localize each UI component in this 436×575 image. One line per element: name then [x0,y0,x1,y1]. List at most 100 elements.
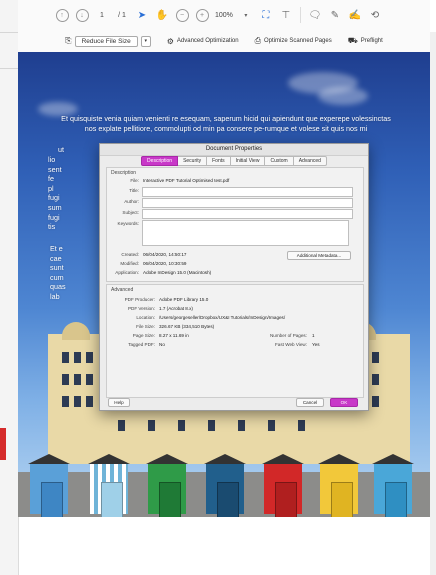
application-label: Application: [115,270,139,275]
pdf-producer-value: Adobe PDF Library 15.0 [159,297,209,302]
title-field[interactable] [142,187,353,197]
ok-button[interactable]: OK [330,398,358,407]
application-value: Adobe InDesign 15.0 (Macintosh) [143,270,212,275]
preflight-button[interactable]: ⛟ Preflight [344,34,387,48]
fragment: Et e [50,244,63,253]
pen-button[interactable]: ✎ [328,5,342,25]
highlight-button[interactable]: ⊤ [279,5,293,25]
title-label: Title: [129,188,139,193]
window [238,420,245,431]
share-button[interactable]: ⟲ [368,5,382,25]
comment-icon: 🗨 [308,9,322,21]
window [178,420,185,431]
keywords-field[interactable] [142,220,349,246]
location-label: Location: [136,315,155,320]
file-value: Interactive PDF Tutorial Optimised test.… [143,178,230,183]
tab-security[interactable]: Security [178,156,208,166]
beach-hut [318,454,360,517]
zoom-in-button[interactable]: + [195,5,209,25]
prev-page-button[interactable]: ↑ [55,5,69,25]
side-marker [0,428,6,460]
subject-field[interactable] [142,209,353,219]
file-size-label: File Size: [136,324,155,329]
fragment: fugi [48,212,60,222]
chevron-down-icon[interactable]: ▾ [140,35,151,47]
optimize-scanned-pages-button[interactable]: ⎙ Optimize Scanned Pages [251,34,336,48]
dialog-tabs: Description Security Fonts Initial View … [100,156,368,166]
minus-icon: − [175,8,189,22]
window [372,396,379,407]
author-field[interactable] [142,198,353,208]
pdf-version-value: 1.7 (Acrobat 8.x) [159,306,193,311]
window [62,352,69,363]
preflight-label: Preflight [360,38,383,44]
window [372,352,379,363]
select-tool-button[interactable]: ➤ [135,5,149,25]
additional-metadata-button[interactable]: Additional Metadata... [287,251,351,260]
chevron-down-icon: ▾ [244,12,248,19]
optimize-icon: ⚙ [166,36,174,46]
sign-button[interactable]: ✍ [348,5,362,25]
divider [0,68,18,69]
pen-icon: ✎ [330,9,340,21]
zoom-select[interactable]: 100% [215,5,233,25]
beach-hut [262,454,304,517]
highlighter-icon: ⊤ [281,9,291,21]
comment-button[interactable]: 🗨 [308,5,322,25]
help-button[interactable]: Help [108,398,130,407]
author-label: Author: [124,199,139,204]
window [62,396,69,407]
next-page-button[interactable]: ↓ [75,5,89,25]
hand-tool-button[interactable]: ✋ [155,5,169,25]
pointer-icon: ➤ [137,9,147,21]
fragment: cae [50,253,62,263]
window [208,420,215,431]
left-panel-strip [0,0,19,575]
number-of-pages-value: 1 [312,333,315,338]
tab-fonts[interactable]: Fonts [207,156,231,166]
tab-custom[interactable]: Custom [265,156,294,166]
page-tools-button[interactable]: ⛶ [259,5,273,25]
beach-hut [88,454,130,517]
window [372,374,379,385]
advanced-optimization-label: Advanced Optimization [176,38,239,44]
page-number-input[interactable]: 1 [95,5,109,25]
group-label: Advanced [111,287,134,293]
modified-value: 06/04/2020, 10:30:59 [143,261,187,266]
share-icon: ⟲ [370,9,380,21]
modified-label: Modified: [120,261,139,266]
window [62,374,69,385]
document-properties-dialog: Document Properties Description Security… [99,143,369,411]
right-scroll-strip[interactable] [430,32,436,575]
window [86,374,93,385]
tab-description[interactable]: Description [141,156,179,166]
tab-advanced[interactable]: Advanced [293,156,327,166]
zoom-out-button[interactable]: − [175,5,189,25]
top-toolbar: ↑ ↓ 1 / 1 ➤ ✋ − + 100% ▾ ⛶ ⊤ 🗨 ✎ ✍ ⟲ [18,0,430,31]
tagged-pdf-value: No [159,342,165,347]
fragment: tis [48,222,56,232]
tab-initial-view[interactable]: Initial View [230,156,266,166]
window [268,420,275,431]
advanced-group: Advanced PDF Producer: Adobe PDF Library… [106,284,364,398]
arrow-down-icon: ↓ [75,8,89,22]
cancel-button[interactable]: Cancel [296,398,324,407]
file-label: File: [130,178,139,183]
window [74,352,81,363]
optimize-toolbar: ⎘ Reduce File Size ▾ ⚙ Advanced Optimiza… [18,30,430,53]
fragment: sent [48,164,62,174]
left-fragments-2: Et e cae sunt cum quas lab [50,244,100,302]
created-value: 06/04/2020, 14:50:17 [143,252,187,257]
pdf-version-label: PDF Version: [127,306,155,311]
reduce-file-size-button[interactable]: ⎘ Reduce File Size ▾ [61,34,155,49]
signature-icon: ✍ [348,9,362,21]
advanced-optimization-button[interactable]: ⚙ Advanced Optimization [163,35,243,48]
fragment: fugi [48,193,60,203]
pdf-producer-label: PDF Producer: [124,297,155,302]
reduce-file-size-label: Reduce File Size [74,35,138,47]
fragment: lio [48,155,56,164]
fragment: quas [50,282,66,292]
location-value: /Users/georgeseller/Dropbox/UX&I Tutoria… [159,315,286,320]
description-group: Description File: Interactive PDF Tutori… [106,167,364,282]
zoom-dropdown[interactable]: ▾ [239,5,253,25]
